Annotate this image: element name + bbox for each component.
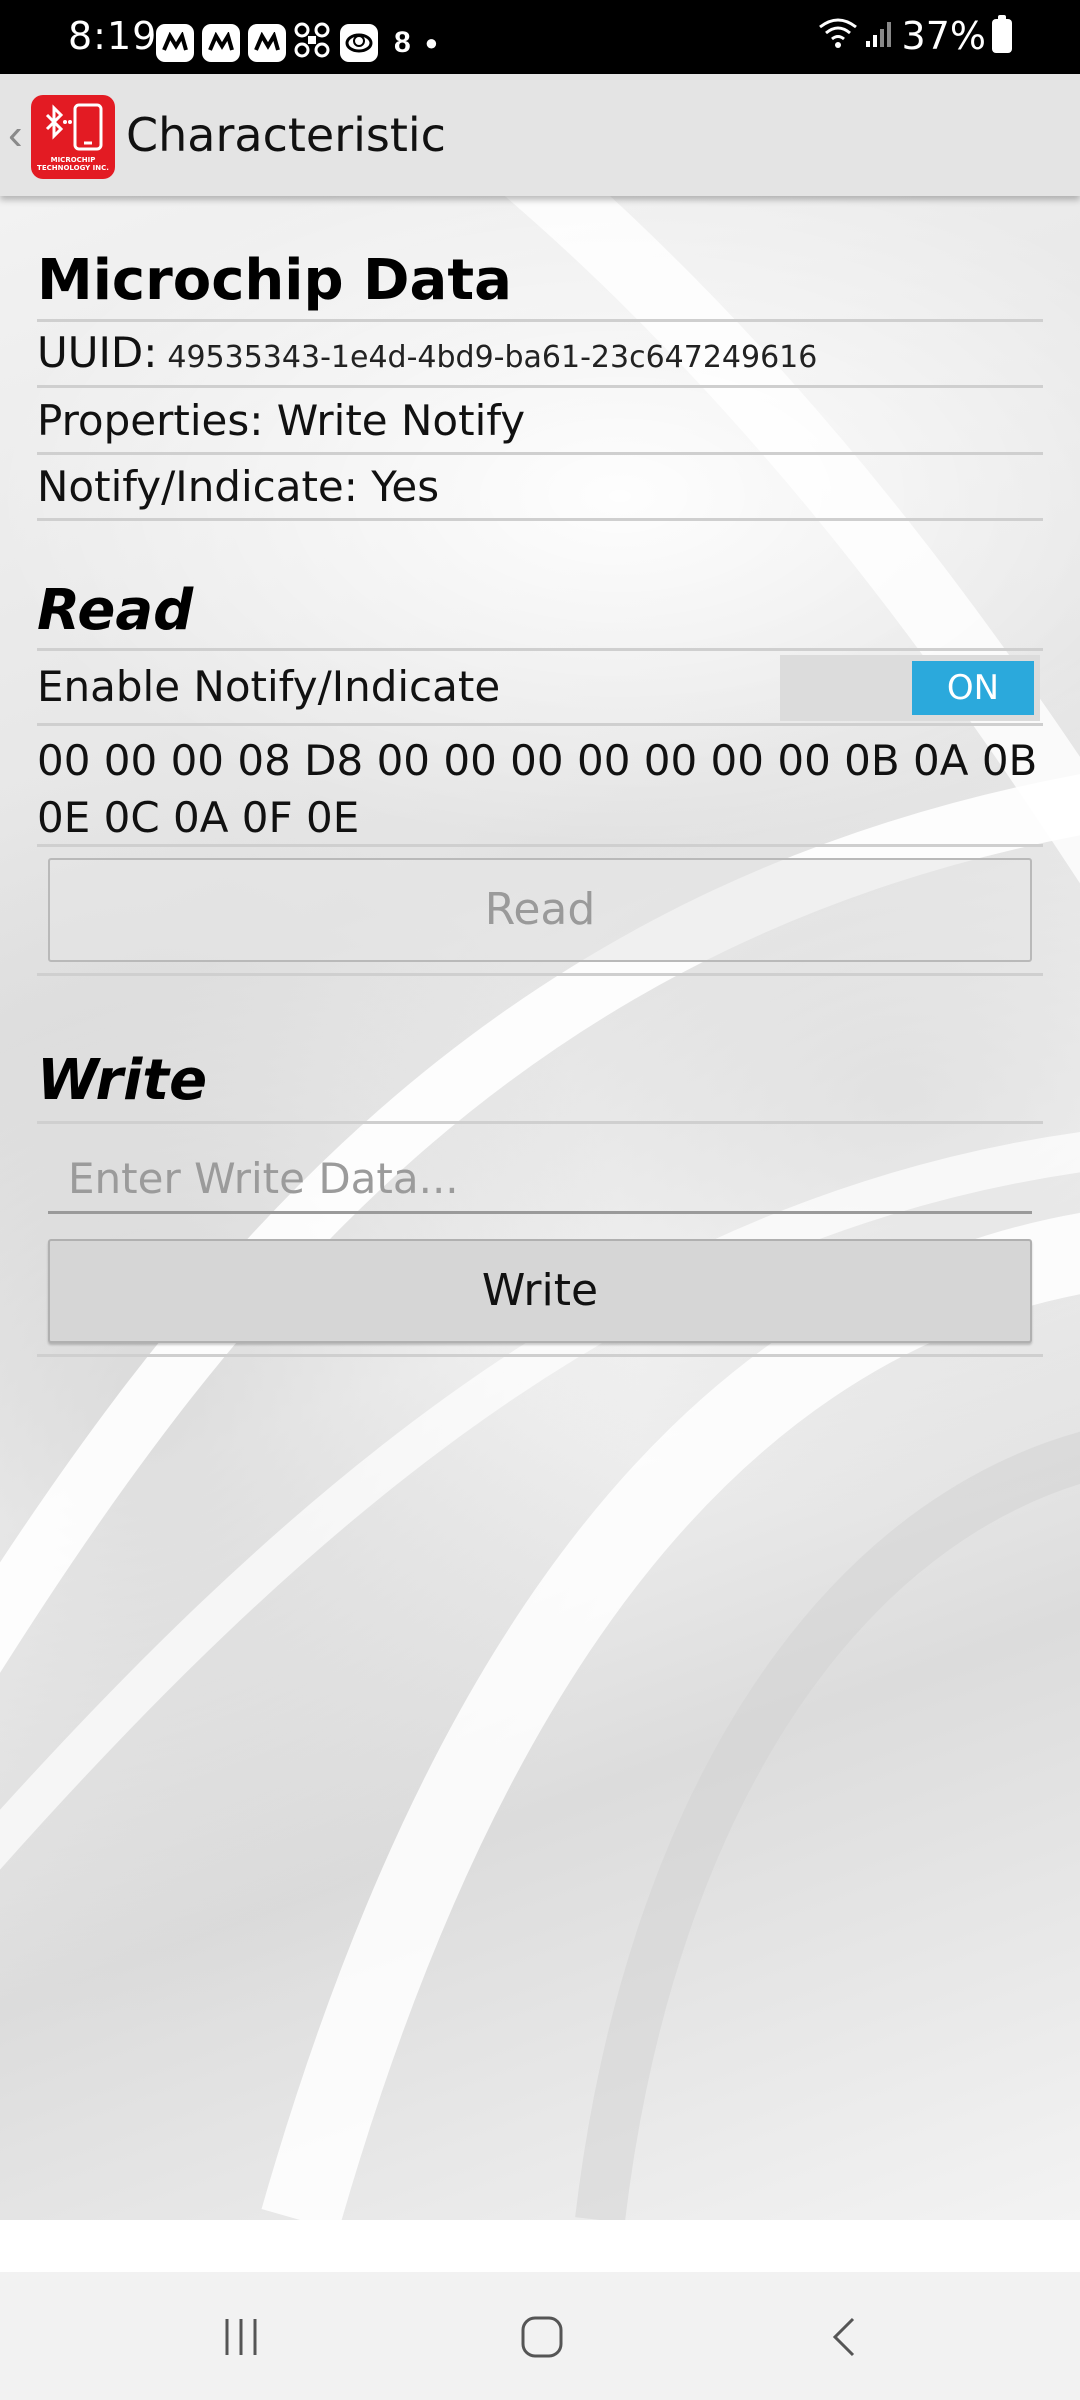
battery-percent: 37% (901, 14, 986, 58)
notify-indicate-text: Notify/Indicate: Yes (37, 462, 440, 511)
uuid-label: UUID: (37, 328, 158, 377)
battery-icon (992, 15, 1012, 53)
read-value-line-2: 0E 0C 0A 0F 0E (37, 793, 360, 842)
wifi-icon (818, 17, 858, 56)
properties-text: Properties: Write Notify (37, 396, 526, 445)
read-value-line-1: 00 00 00 08 D8 00 00 00 00 00 00 00 0B 0… (37, 736, 1038, 785)
home-icon[interactable] (497, 2302, 587, 2372)
recents-icon[interactable] (196, 2302, 286, 2372)
divider (37, 648, 1043, 651)
status-time: 8:19 (68, 14, 158, 58)
app-notification-icon (156, 23, 194, 62)
enable-notify-label: Enable Notify/Indicate (37, 662, 501, 711)
system-navigation-bar (0, 2272, 1080, 2400)
status-bar: 8:19 8 ● 37% (0, 0, 1080, 74)
notification-icons: 8 ● (156, 22, 452, 63)
up-navigation-chevron-icon[interactable]: ‹ (8, 110, 23, 160)
write-button[interactable]: Write (48, 1239, 1032, 1343)
signal-icon (864, 19, 894, 54)
app-bar: ‹ MICROCHIP TECHNOLOGY INC. Characterist… (0, 74, 1080, 196)
toyota-app-icon (340, 23, 378, 62)
divider (37, 452, 1043, 455)
read-button[interactable]: Read (48, 858, 1032, 962)
app-notification-icon (248, 23, 286, 62)
status-extra-icon: 8 (394, 25, 411, 59)
divider (37, 1354, 1043, 1357)
read-value: 00 00 00 08 D8 00 00 00 00 00 00 00 0B 0… (37, 732, 1047, 846)
logo-text: MICROCHIP TECHNOLOGY INC. (37, 156, 109, 172)
back-icon[interactable] (800, 2302, 890, 2372)
divider (37, 844, 1043, 847)
divider (37, 518, 1043, 521)
uuid-row: UUID: 49535343-1e4d-4bd9-ba61-23c64724961… (37, 328, 817, 377)
page-title: Characteristic (126, 108, 446, 162)
toggle-on-indicator: ON (912, 661, 1034, 715)
microchip-app-logo[interactable]: MICROCHIP TECHNOLOGY INC. (31, 95, 115, 179)
divider (37, 1121, 1043, 1124)
dot-icon: ● (424, 29, 438, 55)
uuid-value: 49535343-1e4d-4bd9-ba61-23c647249616 (167, 340, 818, 375)
write-section-title: Write (37, 1048, 208, 1113)
bottom-gap (0, 2220, 1080, 2272)
divider (37, 385, 1043, 388)
write-data-input[interactable] (48, 1146, 1032, 1214)
status-right-icons: 37% (818, 14, 1012, 58)
divider (37, 973, 1043, 976)
app-notification-icon (202, 23, 240, 62)
characteristic-content: Microchip Data UUID: 49535343-1e4d-4bd9-b… (0, 196, 1080, 2220)
divider (37, 723, 1043, 726)
drone-icon (294, 22, 330, 63)
read-section-title: Read (37, 578, 194, 643)
divider (37, 319, 1043, 322)
notify-toggle[interactable]: ON (780, 655, 1040, 721)
characteristic-name: Microchip Data (37, 248, 512, 313)
